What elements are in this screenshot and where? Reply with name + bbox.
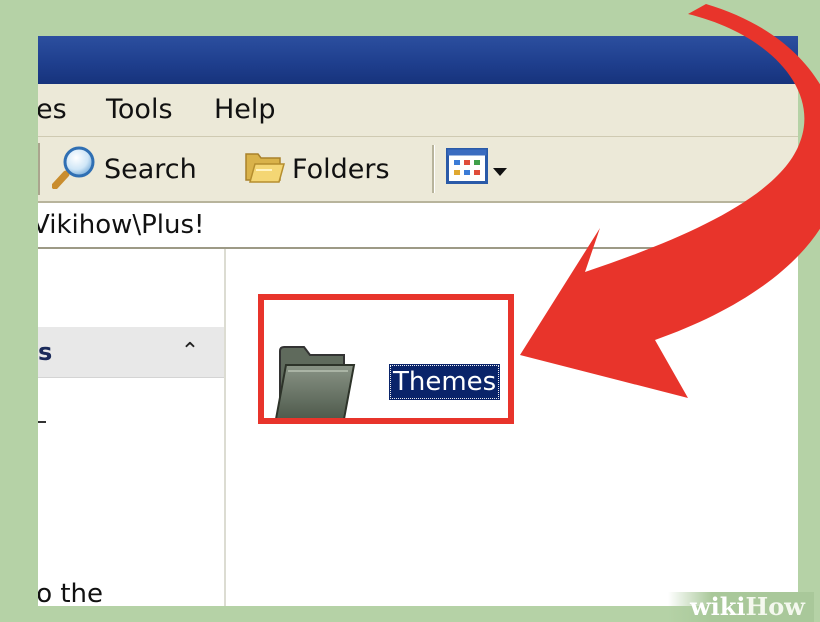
toolbar: Search Folders (38, 137, 798, 203)
task-bullet (38, 421, 46, 423)
collapse-icon[interactable]: ⌃ (174, 335, 206, 367)
toolbar-separator (432, 145, 435, 193)
search-icon (51, 143, 98, 196)
folder-item-themes[interactable]: Themes (274, 337, 501, 420)
explorer-window: es Tools Help Search Folders Vikihow\Plu… (38, 36, 798, 606)
menu-item-favorites[interactable]: es (38, 84, 67, 136)
menu-item-tools[interactable]: Tools (106, 84, 173, 136)
file-view: Themes (226, 249, 798, 606)
task-text: to the (38, 579, 104, 606)
folders-icon (242, 146, 286, 193)
watermark-part1: wiki (690, 592, 746, 621)
folders-button-label: Folders (292, 153, 390, 185)
folder-icon (274, 337, 366, 427)
folders-button[interactable]: Folders (242, 137, 390, 201)
chevron-down-icon[interactable] (492, 154, 508, 185)
watermark-part2: How (745, 592, 805, 621)
task-pane: s ⌃ to the (38, 249, 226, 606)
address-path: Vikihow\Plus! (38, 210, 205, 240)
menu-bar: es Tools Help (38, 84, 798, 137)
wikihow-watermark: wikiHow (668, 592, 814, 622)
folder-label[interactable]: Themes (389, 364, 501, 400)
views-icon (446, 147, 488, 191)
search-button-label: Search (104, 153, 197, 185)
toolbar-separator (38, 143, 40, 195)
search-button[interactable]: Search (51, 137, 197, 201)
menu-item-help[interactable]: Help (214, 84, 276, 136)
task-panel-title: s (38, 338, 53, 366)
views-button[interactable] (446, 137, 508, 201)
address-bar[interactable]: Vikihow\Plus! (38, 203, 798, 249)
title-bar[interactable] (38, 36, 798, 84)
task-panel-header[interactable]: s ⌃ (38, 327, 224, 378)
